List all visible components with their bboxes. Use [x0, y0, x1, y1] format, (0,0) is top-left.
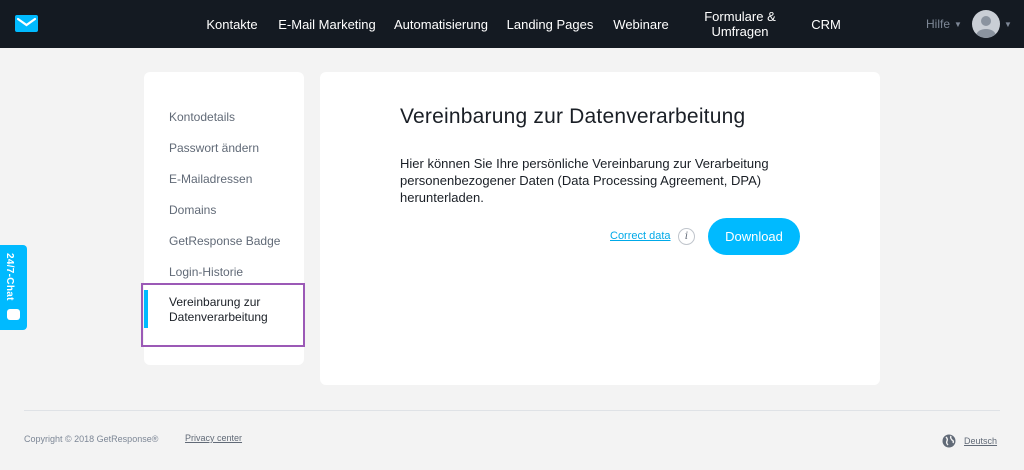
nav-automatisierung[interactable]: Automatisierung	[390, 0, 492, 48]
chevron-down-icon: ▼	[954, 19, 962, 29]
page-title: Vereinbarung zur Datenverarbeitung	[400, 105, 746, 128]
footer-divider	[24, 410, 1000, 411]
sidebar-item-datenverarbeitung[interactable]: Vereinbarung zur Datenverarbeitung	[144, 290, 304, 328]
account-settings-sidebar: Kontodetails Passwort ändern E-Mailadres…	[144, 72, 304, 365]
user-avatar-icon[interactable]	[972, 10, 1000, 38]
globe-icon	[942, 434, 956, 448]
nav-landing-pages[interactable]: Landing Pages	[504, 0, 596, 48]
active-indicator	[144, 290, 148, 328]
sidebar-item-badge[interactable]: GetResponse Badge	[169, 234, 280, 248]
nav-kontakte[interactable]: Kontakte	[200, 0, 264, 48]
chevron-down-icon[interactable]: ▼	[1004, 20, 1012, 29]
sidebar-item-passwort[interactable]: Passwort ändern	[169, 141, 259, 155]
page-description: Hier können Sie Ihre persönliche Vereinb…	[400, 156, 769, 205]
sidebar-item-login-historie[interactable]: Login-Historie	[169, 265, 243, 279]
nav-formulare-umfragen[interactable]: Formulare & Umfragen	[692, 0, 788, 48]
main-content-card: Vereinbarung zur Datenverarbeitung Hier …	[320, 72, 880, 385]
info-icon[interactable]: i	[678, 228, 695, 245]
help-menu[interactable]: Hilfe ▼	[926, 0, 962, 48]
help-label: Hilfe	[926, 17, 951, 31]
top-navigation-bar: Kontakte E-Mail Marketing Automatisierun…	[0, 0, 1024, 48]
nav-crm[interactable]: CRM	[802, 0, 850, 48]
chat-label: 24/7-Chat	[4, 253, 15, 301]
chat-tab[interactable]: 24/7-Chat	[0, 245, 27, 330]
chat-bubble-icon	[7, 309, 20, 320]
sidebar-item-domains[interactable]: Domains	[169, 203, 216, 217]
nav-email-marketing[interactable]: E-Mail Marketing	[276, 0, 378, 48]
envelope-logo-icon[interactable]	[15, 13, 38, 33]
sidebar-item-emailadressen[interactable]: E-Mailadressen	[169, 172, 252, 186]
language-selector[interactable]: Deutsch	[964, 436, 997, 446]
sidebar-item-label: Vereinbarung zur Datenverarbeitung	[169, 295, 268, 324]
nav-webinare[interactable]: Webinare	[608, 0, 674, 48]
copyright-text: Copyright © 2018 GetResponse®	[24, 434, 159, 444]
privacy-center-link[interactable]: Privacy center	[185, 433, 242, 443]
download-button[interactable]: Download	[708, 218, 800, 255]
correct-data-link[interactable]: Correct data	[610, 230, 671, 242]
sidebar-item-kontodetails[interactable]: Kontodetails	[169, 110, 235, 124]
